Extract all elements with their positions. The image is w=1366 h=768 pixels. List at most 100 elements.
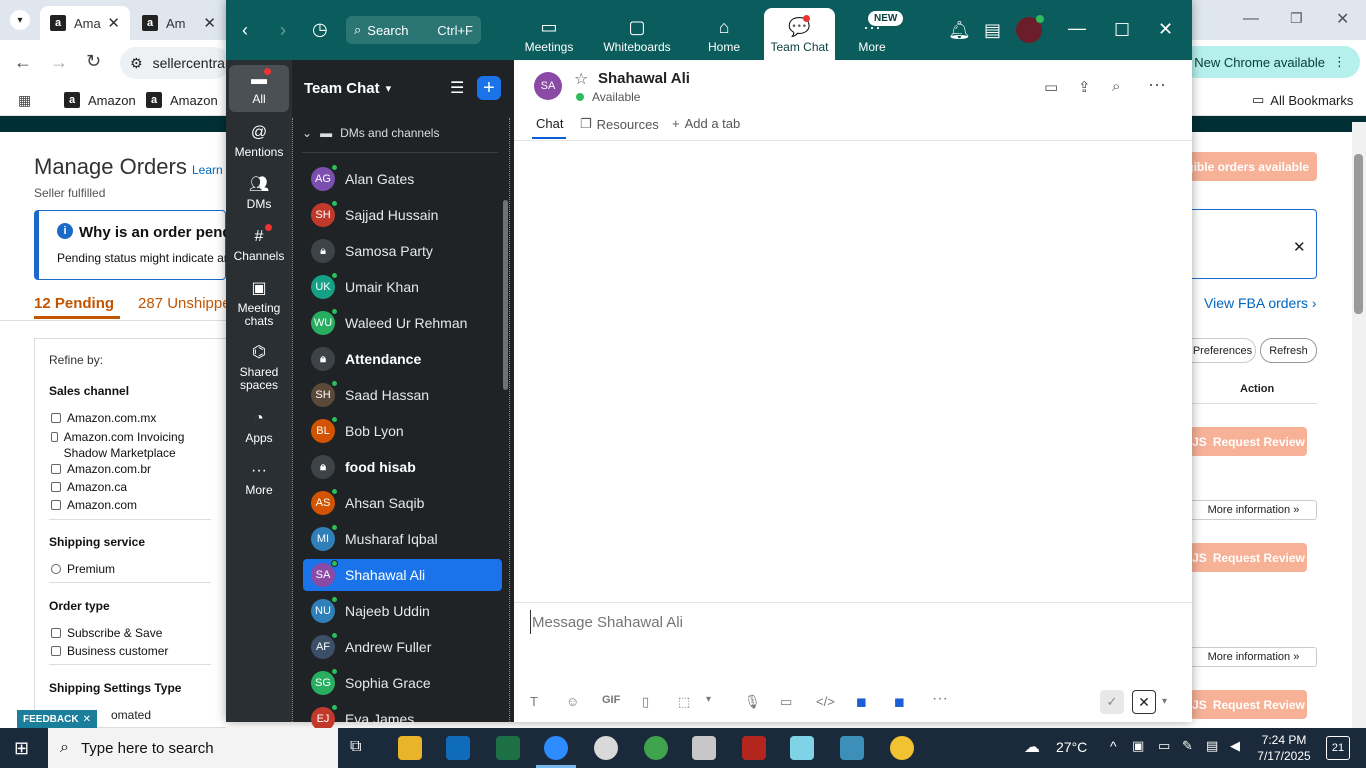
- bookmark-item[interactable]: a Amazon: [64, 92, 136, 108]
- contact-row[interactable]: UK Umair Khan: [303, 271, 502, 303]
- chevron-down-icon[interactable]: ▾: [1162, 696, 1167, 707]
- app-icon[interactable]: ◼: [856, 694, 867, 710]
- filter-option[interactable]: Amazon.com: [51, 498, 137, 512]
- share-screen-icon[interactable]: ⇪: [1078, 78, 1091, 96]
- back-icon[interactable]: ←: [14, 52, 32, 73]
- checkbox[interactable]: [51, 628, 61, 638]
- nav-home[interactable]: ⌂ Home: [696, 8, 752, 60]
- close-tab-icon[interactable]: ✕: [107, 14, 120, 32]
- maximize-icon[interactable]: ☐: [1114, 20, 1130, 41]
- contact-row[interactable]: SH Sajjad Hussain: [303, 199, 502, 231]
- all-bookmarks[interactable]: ▭ All Bookmarks: [1252, 92, 1353, 108]
- send-button[interactable]: ✓: [1100, 690, 1124, 714]
- clock[interactable]: 7:24 PM 7/17/2025: [1256, 732, 1312, 764]
- weather-temp[interactable]: 27°C: [1056, 739, 1087, 755]
- scrollbar-thumb[interactable]: [1354, 154, 1363, 314]
- new-chrome-button[interactable]: New Chrome available ⋮: [1180, 46, 1360, 78]
- gif-icon[interactable]: GIF: [602, 694, 620, 706]
- filter-option[interactable]: Business customer: [51, 644, 168, 658]
- checkbox[interactable]: [51, 500, 61, 510]
- forward-icon[interactable]: →: [50, 52, 68, 73]
- outlook-icon[interactable]: [446, 736, 470, 760]
- more-information-button[interactable]: More information »: [1190, 647, 1317, 667]
- app-icon[interactable]: [840, 736, 864, 760]
- filter-option[interactable]: Amazon.com Invoicing Shadow Marketplace: [51, 429, 201, 461]
- chevron-up-icon[interactable]: ^: [1110, 738, 1117, 754]
- checkbox[interactable]: [51, 464, 61, 474]
- search-input[interactable]: ⌕ Search Ctrl+F: [346, 16, 481, 44]
- video-call-icon[interactable]: ▭: [1044, 78, 1058, 96]
- rail-item-channels[interactable]: # Channels: [229, 228, 289, 263]
- contact-row[interactable]: WU Waleed Ur Rehman: [303, 307, 502, 339]
- contact-row[interactable]: 🔒︎ food hisab: [303, 451, 502, 483]
- text-format-icon[interactable]: T: [530, 694, 538, 709]
- cancel-button[interactable]: ✕: [1132, 690, 1156, 714]
- list-scrollbar[interactable]: [503, 200, 508, 390]
- search-icon[interactable]: ⌕: [1112, 78, 1120, 95]
- contact-row[interactable]: 🔒︎ Attendance: [303, 343, 502, 375]
- tab-resources[interactable]: ❐ Resources: [580, 116, 659, 132]
- nav-team-chat[interactable]: 💬 Team Chat: [764, 8, 835, 60]
- tab-search-icon[interactable]: ▾: [10, 10, 30, 30]
- more-options-icon[interactable]: ···: [1148, 74, 1166, 95]
- new-chat-button[interactable]: +: [477, 76, 501, 100]
- more-information-button[interactable]: More information »: [1190, 500, 1317, 520]
- feedback-button[interactable]: FEEDBACK ✕: [17, 710, 97, 728]
- notification-center-icon[interactable]: 21: [1326, 736, 1350, 760]
- file-explorer-icon[interactable]: [398, 736, 422, 760]
- tab-pending[interactable]: 12 Pending: [34, 295, 114, 312]
- nav-whiteboards[interactable]: ▢ Whiteboards: [598, 8, 676, 60]
- filter-option[interactable]: Amazon.ca: [51, 480, 127, 494]
- contact-row[interactable]: SG Sophia Grace: [303, 667, 502, 699]
- back-icon[interactable]: ‹: [242, 20, 248, 41]
- contact-row[interactable]: MI Musharaf Iqbal: [303, 523, 502, 555]
- eligible-orders-button[interactable]: igible orders available: [1190, 152, 1317, 181]
- contact-row[interactable]: SH Saad Hassan: [303, 379, 502, 411]
- apps-panel-icon[interactable]: ▤: [984, 20, 1001, 41]
- checkbox[interactable]: [51, 482, 61, 492]
- contact-row[interactable]: AG Alan Gates: [303, 163, 502, 195]
- close-window-icon[interactable]: ✕: [1336, 9, 1349, 29]
- site-info-icon[interactable]: ⚙: [130, 55, 143, 72]
- preferences-button[interactable]: Preferences: [1190, 338, 1256, 363]
- rail-item-mentions[interactable]: @ Mentions: [229, 124, 289, 159]
- address-bar[interactable]: ⚙ sellercentra: [120, 47, 230, 79]
- filter-icon[interactable]: ☰: [450, 78, 464, 98]
- chrome-tab[interactable]: a Am ✕: [132, 6, 226, 40]
- chrome-icon[interactable]: [644, 736, 668, 760]
- rail-item-dms[interactable]: 👥︎ DMs: [229, 176, 289, 211]
- learn-link[interactable]: Learn: [192, 163, 223, 177]
- star-icon[interactable]: ☆: [574, 69, 588, 89]
- forward-icon[interactable]: ›: [280, 20, 286, 41]
- chrome-tab[interactable]: a Ama ✕: [40, 6, 130, 40]
- contact-row[interactable]: AF Andrew Fuller: [303, 631, 502, 663]
- contact-row[interactable]: SA Shahawal Ali: [303, 559, 502, 591]
- refresh-button[interactable]: Refresh: [1260, 338, 1317, 363]
- radio[interactable]: [51, 564, 61, 574]
- volume-icon[interactable]: ◀: [1230, 738, 1240, 754]
- tray-icon[interactable]: ▣: [1132, 738, 1144, 754]
- battery-icon[interactable]: ▭: [1158, 738, 1170, 754]
- view-fba-link[interactable]: View FBA orders ›: [1204, 295, 1317, 311]
- avatar[interactable]: [1016, 15, 1044, 43]
- weather-icon[interactable]: ☁: [1024, 737, 1040, 757]
- windows-start-icon[interactable]: ⊞: [14, 738, 29, 759]
- page-scrollbar[interactable]: [1352, 122, 1366, 728]
- chat-avatar[interactable]: SA: [534, 72, 562, 100]
- checkbox[interactable]: [51, 413, 61, 423]
- dms-channels-header[interactable]: ⌄ ▬ DMs and channels: [302, 126, 439, 140]
- close-tab-icon[interactable]: ✕: [203, 14, 216, 32]
- close-icon[interactable]: ✕: [83, 714, 91, 725]
- task-view-icon[interactable]: ⧉: [350, 738, 361, 756]
- contact-row[interactable]: NU Najeeb Uddin: [303, 595, 502, 627]
- tab-chat[interactable]: Chat: [536, 116, 563, 131]
- reload-icon[interactable]: ↻: [86, 51, 101, 72]
- request-review-button[interactable]: JS Request Review: [1190, 543, 1307, 572]
- apps-grid-icon[interactable]: ▦: [18, 92, 31, 109]
- filter-option[interactable]: Amazon.com.mx: [51, 411, 156, 425]
- checkbox[interactable]: [51, 432, 58, 442]
- restore-icon[interactable]: ❐: [1290, 10, 1303, 27]
- request-review-button[interactable]: JS Request Review: [1190, 690, 1307, 719]
- filezilla-icon[interactable]: [742, 736, 766, 760]
- contact-row[interactable]: BL Bob Lyon: [303, 415, 502, 447]
